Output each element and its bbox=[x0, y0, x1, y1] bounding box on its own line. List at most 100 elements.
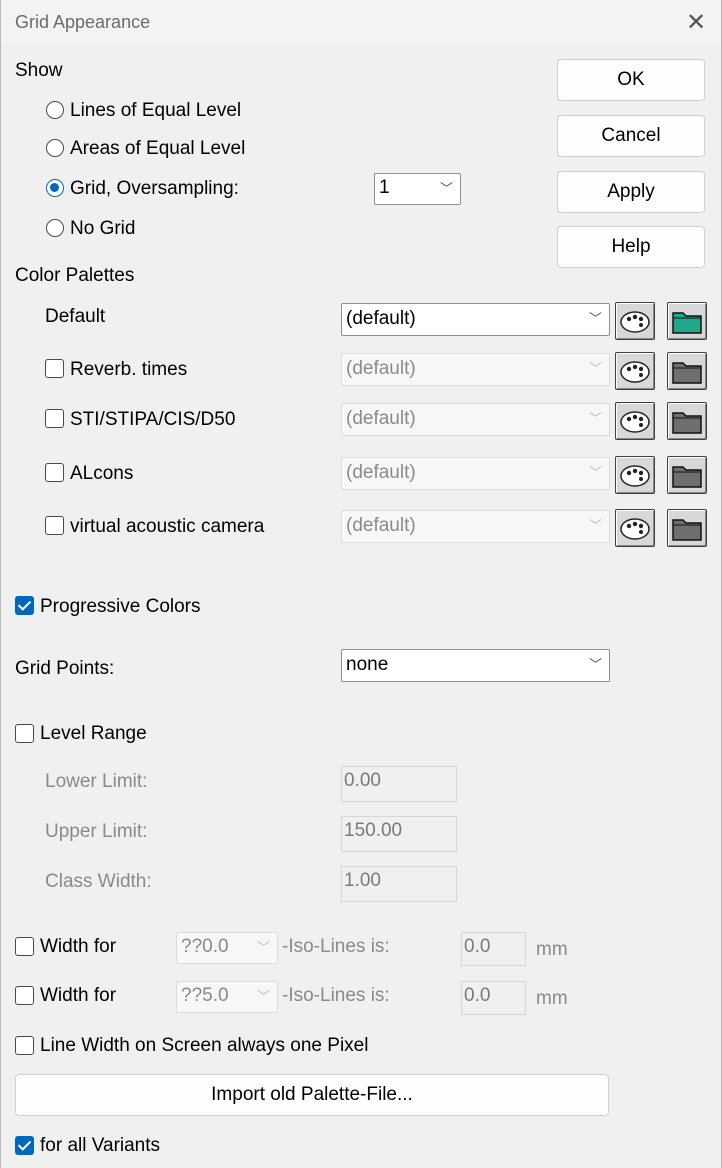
width-value-input-1[interactable]: 0.0 bbox=[461, 932, 526, 966]
alcons-checkbox[interactable] bbox=[45, 463, 64, 482]
chevron-down-icon: ﹀ bbox=[256, 989, 270, 1004]
alcons-label: ALcons bbox=[70, 463, 134, 484]
line-width-label: Line Width on Screen always one Pixel bbox=[40, 1035, 369, 1056]
folder-icon bbox=[672, 466, 702, 488]
window-title: Grid Appearance bbox=[15, 12, 151, 32]
sti-palette-select[interactable]: (default) ﹀ bbox=[341, 403, 610, 436]
folder-icon bbox=[672, 412, 702, 434]
grid-points-label: Grid Points: bbox=[15, 658, 115, 679]
progressive-colors-checkbox[interactable] bbox=[15, 596, 34, 615]
lower-limit-input[interactable]: 0.00 bbox=[341, 766, 457, 802]
width-level-value-2: ??5.0 bbox=[181, 985, 229, 1006]
grid-appearance-dialog: Grid Appearance ✕ OK Cancel Apply Help S… bbox=[0, 0, 722, 1168]
level-range-checkbox[interactable] bbox=[15, 724, 34, 743]
line-width-checkbox[interactable] bbox=[15, 1036, 34, 1055]
iso-lines-label-2: -Iso-Lines is: bbox=[282, 985, 390, 1006]
class-width-value: 1.00 bbox=[344, 870, 381, 891]
palette-folder-button-camera[interactable] bbox=[667, 509, 707, 547]
progressive-colors-label: Progressive Colors bbox=[40, 596, 201, 617]
radio-label-areas: Areas of Equal Level bbox=[70, 138, 246, 159]
all-variants-label: for all Variants bbox=[40, 1135, 161, 1156]
help-button[interactable]: Help bbox=[557, 226, 705, 268]
import-palette-file-button[interactable]: Import old Palette-File... bbox=[15, 1074, 609, 1116]
radio-label-no-grid: No Grid bbox=[70, 218, 136, 239]
lower-limit-value: 0.00 bbox=[344, 770, 381, 791]
palette-icon bbox=[620, 361, 650, 383]
upper-limit-input[interactable]: 150.00 bbox=[341, 816, 457, 852]
palette-editor-button-alcons[interactable] bbox=[615, 456, 655, 494]
folder-icon bbox=[672, 362, 702, 384]
chevron-down-icon: ﹀ bbox=[439, 181, 453, 196]
oversampling-select[interactable]: 1 ﹀ bbox=[374, 173, 461, 205]
palette-folder-button-default[interactable] bbox=[667, 302, 707, 340]
radio-label-lines: Lines of Equal Level bbox=[70, 100, 242, 121]
width-for-checkbox-1[interactable] bbox=[15, 937, 34, 956]
palette-icon bbox=[620, 411, 650, 433]
width-value-2: 0.0 bbox=[464, 985, 491, 1006]
iso-lines-label-1: -Iso-Lines is: bbox=[282, 936, 390, 957]
radio-no-grid[interactable] bbox=[46, 219, 64, 237]
level-range-label: Level Range bbox=[40, 723, 147, 744]
width-for-label-2: Width for bbox=[40, 985, 117, 1006]
reverb-palette-select[interactable]: (default) ﹀ bbox=[341, 353, 610, 386]
chevron-down-icon: ﹀ bbox=[588, 361, 602, 376]
cancel-button[interactable]: Cancel bbox=[557, 115, 705, 157]
reverb-times-checkbox[interactable] bbox=[45, 359, 64, 378]
width-value-input-2[interactable]: 0.0 bbox=[461, 981, 526, 1015]
class-width-label: Class Width: bbox=[45, 871, 152, 892]
grid-points-value: none bbox=[346, 654, 389, 675]
close-icon[interactable]: ✕ bbox=[681, 9, 711, 37]
palette-icon bbox=[620, 311, 650, 333]
chevron-down-icon: ﹀ bbox=[588, 311, 602, 326]
upper-limit-value: 150.00 bbox=[344, 820, 403, 841]
palette-editor-button-sti[interactable] bbox=[615, 402, 655, 440]
sti-palette-value: (default) bbox=[346, 408, 416, 429]
radio-grid-oversampling[interactable] bbox=[46, 179, 64, 197]
all-variants-checkbox[interactable] bbox=[15, 1136, 34, 1155]
oversampling-value: 1 bbox=[379, 177, 390, 198]
chevron-down-icon: ﹀ bbox=[588, 518, 602, 533]
sti-checkbox[interactable] bbox=[45, 409, 64, 428]
width-for-label-1: Width for bbox=[40, 936, 117, 957]
lower-limit-label: Lower Limit: bbox=[45, 771, 148, 792]
default-palette-label: Default bbox=[45, 306, 106, 327]
palette-editor-button-reverb[interactable] bbox=[615, 352, 655, 390]
reverb-times-label: Reverb. times bbox=[70, 359, 188, 380]
folder-icon bbox=[672, 312, 702, 334]
chevron-down-icon: ﹀ bbox=[588, 657, 602, 672]
title-bar: Grid Appearance ✕ bbox=[1, 0, 721, 46]
apply-button[interactable]: Apply bbox=[557, 171, 705, 213]
sti-label: STI/STIPA/CIS/D50 bbox=[70, 409, 236, 430]
width-unit-2: mm bbox=[536, 988, 568, 1009]
virtual-camera-palette-value: (default) bbox=[346, 515, 416, 536]
default-palette-select[interactable]: (default) ﹀ bbox=[341, 303, 610, 336]
virtual-camera-checkbox[interactable] bbox=[45, 516, 64, 535]
virtual-camera-palette-select[interactable]: (default) ﹀ bbox=[341, 510, 610, 543]
palette-folder-button-reverb[interactable] bbox=[667, 352, 707, 390]
alcons-palette-select[interactable]: (default) ﹀ bbox=[341, 457, 610, 490]
width-for-checkbox-2[interactable] bbox=[15, 986, 34, 1005]
ok-button[interactable]: OK bbox=[557, 59, 705, 101]
width-level-select-2[interactable]: ??5.0 ﹀ bbox=[176, 981, 278, 1013]
palette-folder-button-alcons[interactable] bbox=[667, 456, 707, 494]
color-palettes-heading: Color Palettes bbox=[15, 265, 135, 286]
chevron-down-icon: ﹀ bbox=[588, 411, 602, 426]
width-level-value-1: ??0.0 bbox=[181, 936, 229, 957]
palette-editor-button-default[interactable] bbox=[615, 302, 655, 340]
radio-areas-equal-level[interactable] bbox=[46, 139, 64, 157]
palette-icon bbox=[620, 465, 650, 487]
reverb-palette-value: (default) bbox=[346, 358, 416, 379]
radio-lines-equal-level[interactable] bbox=[46, 101, 64, 119]
alcons-palette-value: (default) bbox=[346, 462, 416, 483]
grid-points-select[interactable]: none ﹀ bbox=[341, 649, 610, 682]
chevron-down-icon: ﹀ bbox=[256, 940, 270, 955]
palette-editor-button-camera[interactable] bbox=[615, 509, 655, 547]
width-level-select-1[interactable]: ??0.0 ﹀ bbox=[176, 932, 278, 964]
palette-icon bbox=[620, 518, 650, 540]
palette-folder-button-sti[interactable] bbox=[667, 402, 707, 440]
default-palette-value: (default) bbox=[346, 308, 416, 329]
class-width-input[interactable]: 1.00 bbox=[341, 866, 457, 902]
chevron-down-icon: ﹀ bbox=[588, 465, 602, 480]
width-unit-1: mm bbox=[536, 939, 568, 960]
radio-label-grid: Grid, Oversampling: bbox=[70, 178, 239, 199]
